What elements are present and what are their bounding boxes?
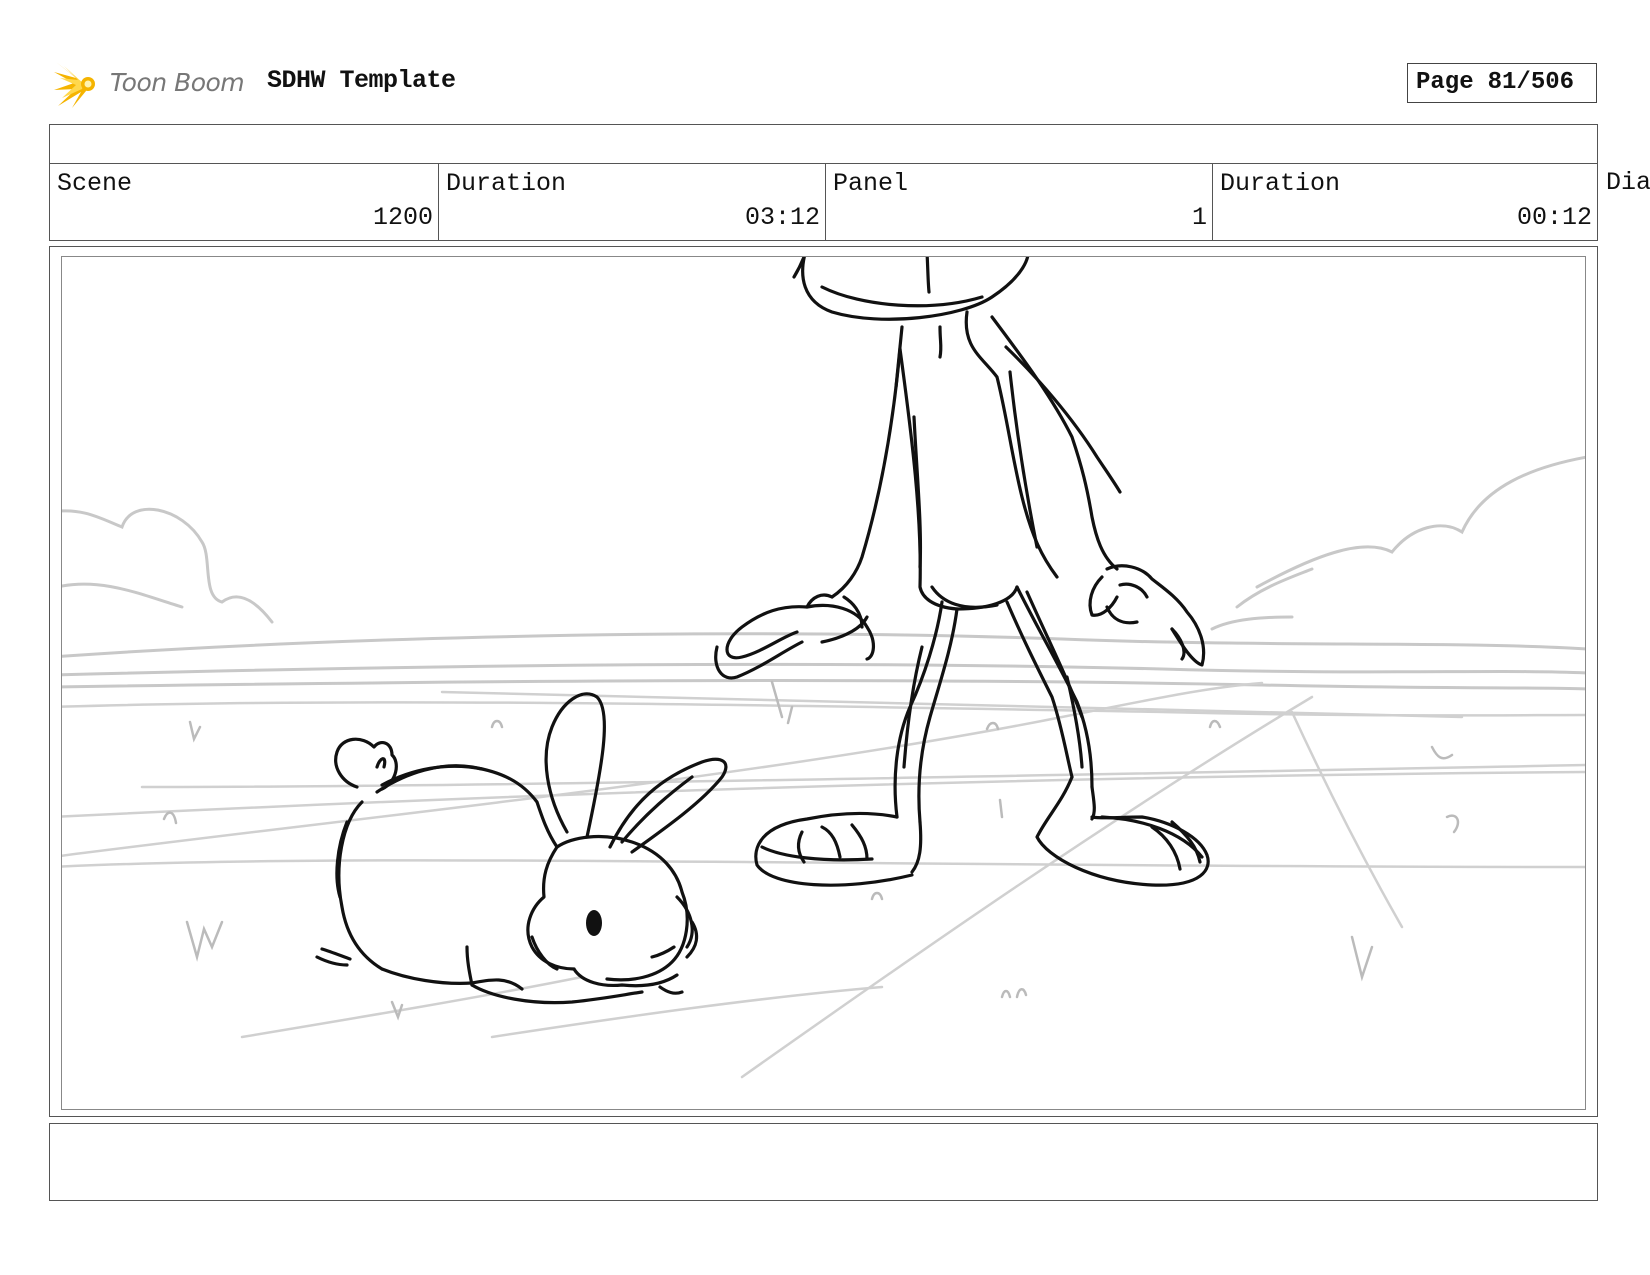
ground-perspective-lines [62, 681, 1585, 1079]
scene-duration-cell: Duration 03:12 [438, 163, 825, 240]
logo-text: Toon Boom [110, 68, 245, 97]
starburst-icon [54, 62, 95, 108]
scene-duration-value: 03:12 [744, 203, 820, 232]
panel-duration-label: Duration [1220, 169, 1341, 198]
scene-value: 1200 [372, 203, 433, 232]
page-number: 81/506 [1487, 69, 1575, 96]
dialog-label-truncated: Dia [1606, 168, 1650, 197]
scene-duration-label: Duration [446, 169, 567, 198]
bunny-eye [586, 910, 602, 936]
scene-cell: Scene 1200 [50, 163, 438, 240]
storyboard-panel-image [61, 256, 1586, 1110]
bunny-sketch [315, 692, 728, 1005]
panel-cell: Panel 1 [825, 163, 1212, 240]
panel-duration-cell: Duration 00:12 [1212, 163, 1597, 240]
sketch-drawing [62, 257, 1585, 1079]
scene-info-table: Scene 1200 Duration 03:12 Panel 1 Durati… [49, 124, 1598, 241]
panel-label: Panel [833, 169, 909, 198]
panel-value: 1 [1191, 203, 1207, 232]
background-sketch [62, 455, 1585, 691]
document-title: SDHW Template [267, 66, 456, 95]
tall-character-sketch [714, 257, 1210, 887]
scene-label: Scene [57, 169, 133, 198]
panel-duration-value: 00:12 [1516, 203, 1592, 232]
notes-box [49, 1123, 1598, 1201]
page-label: Page [1416, 69, 1474, 96]
toon-boom-logo: Toon Boom [54, 58, 254, 110]
grass-tufts [162, 680, 1460, 1021]
sequence-row [50, 125, 1597, 164]
page-indicator: Page 81/506 [1407, 63, 1597, 103]
